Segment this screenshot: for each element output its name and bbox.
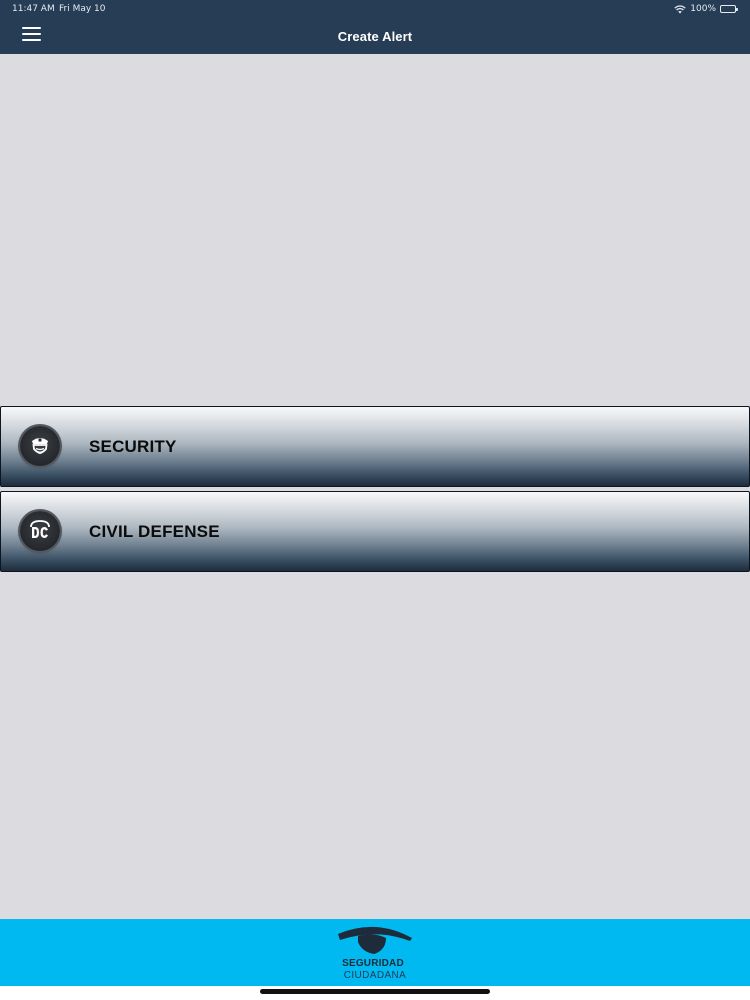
civil-defense-dc-icon: [20, 511, 60, 551]
status-bar: 11:47 AM Fri May 10 100%: [0, 0, 750, 18]
civil-defense-alert-button[interactable]: CIVIL DEFENSE: [0, 491, 750, 572]
top-navigation-bar: 11:47 AM Fri May 10 100% Create Alert: [0, 0, 750, 54]
battery-icon: [720, 5, 738, 13]
battery-percent: 100%: [690, 4, 716, 14]
status-time: 11:47 AM: [12, 4, 55, 14]
security-alert-button[interactable]: SECURITY: [0, 406, 750, 487]
security-guard-icon: [20, 426, 60, 466]
logo-text-seguridad: SEGURIDAD: [342, 958, 404, 969]
eye-logo-icon: [338, 926, 412, 954]
wifi-icon: [674, 4, 686, 13]
logo-text-ciudadana: CIUDADANA: [343, 970, 407, 981]
page-title: Create Alert: [337, 29, 413, 44]
security-label: SECURITY: [89, 437, 177, 456]
civil-defense-label: CIVIL DEFENSE: [89, 522, 220, 541]
status-right: 100%: [674, 4, 738, 14]
home-indicator[interactable]: [260, 989, 490, 994]
seguridad-ciudadana-logo: SEGURIDAD CIUDADANA: [336, 922, 416, 984]
status-date: Fri May 10: [59, 4, 106, 14]
footer-banner: SEGURIDAD CIUDADANA: [0, 919, 750, 986]
